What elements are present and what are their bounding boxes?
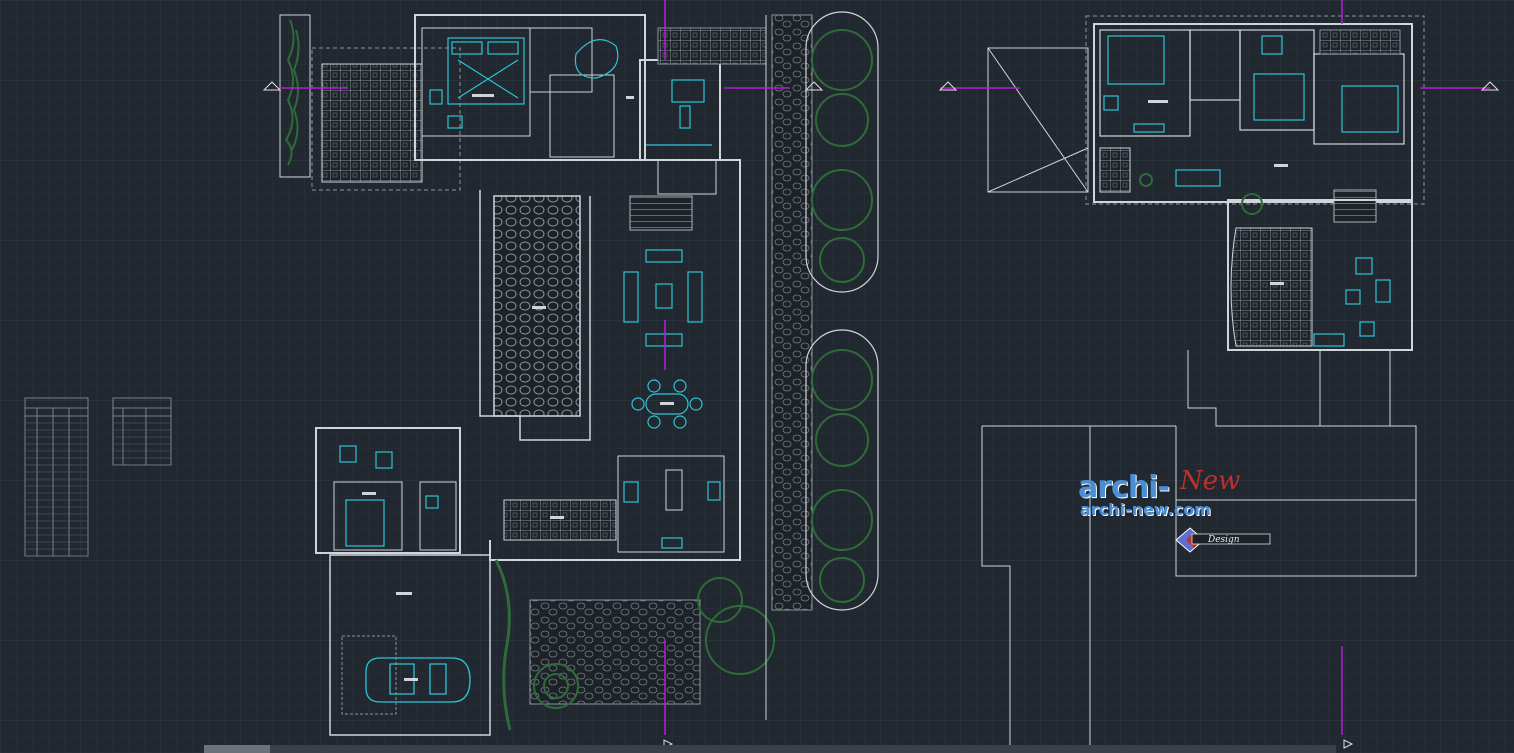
horizontal-scrollbar[interactable] bbox=[204, 745, 1336, 753]
drawing-canvas[interactable] bbox=[0, 0, 1514, 753]
scrollbar-thumb[interactable] bbox=[204, 745, 270, 753]
design-logo: Design bbox=[1175, 527, 1271, 553]
logo-text: Design bbox=[1207, 535, 1240, 545]
brand-url: archi-new.com bbox=[1080, 500, 1211, 519]
brand-accent: New bbox=[1180, 466, 1241, 496]
watermark-logo: archi- New archi-new.com bbox=[1078, 466, 1240, 520]
